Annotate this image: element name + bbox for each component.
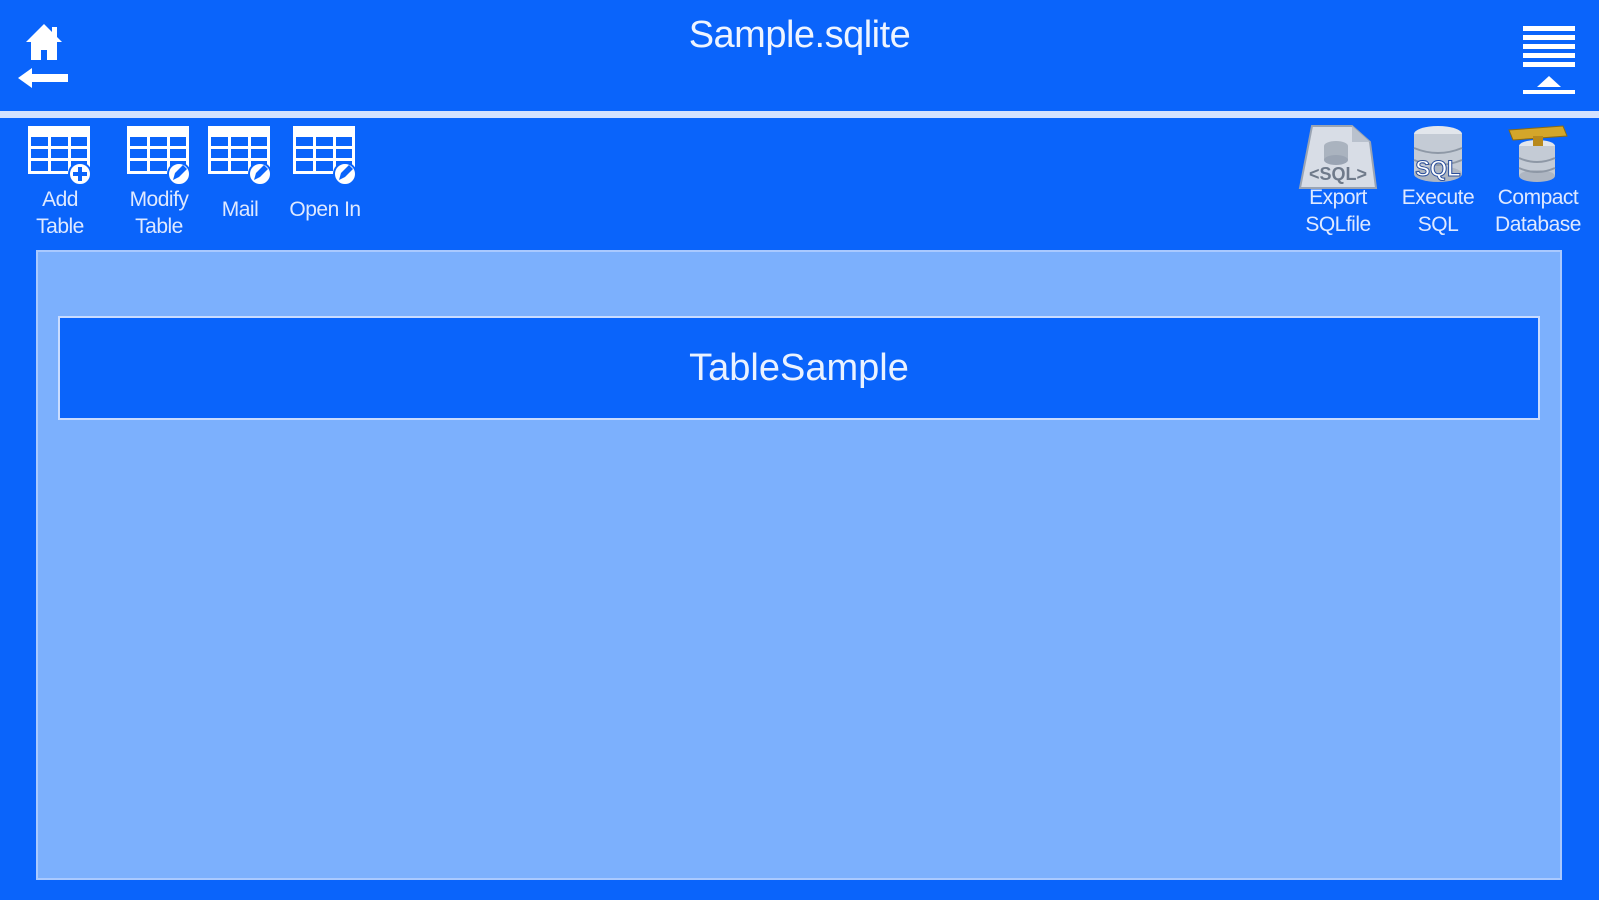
add-table-button[interactable]: Add Table <box>18 118 102 240</box>
export-sql-file-button[interactable]: <SQL> Export SQLfile <box>1290 118 1386 238</box>
compact-database-icon <box>1508 125 1568 182</box>
modify-table-button[interactable]: Modify Table <box>116 118 202 240</box>
mail-table-icon <box>208 126 272 186</box>
svg-text:<SQL>: <SQL> <box>1309 164 1367 184</box>
open-in-label: Open In <box>289 198 361 221</box>
compact-database-label: Compact Database <box>1495 186 1581 236</box>
header-bar: Sample.sqlite <box>0 0 1599 110</box>
execute-sql-button[interactable]: SQL Execute SQL <box>1392 118 1484 238</box>
toolbar: Add Table Modify Table Mail Open In <SQL… <box>0 118 1599 246</box>
add-table-icon <box>28 126 92 186</box>
execute-sql-icon: SQL <box>1413 126 1463 182</box>
mail-button[interactable]: Mail <box>202 118 278 223</box>
svg-text:SQL: SQL <box>1415 156 1460 181</box>
export-sql-file-label: Export SQLfile <box>1305 186 1371 236</box>
page-title: Sample.sqlite <box>688 14 911 56</box>
mail-label: Mail <box>221 198 259 221</box>
export-sql-file-icon: <SQL> <box>1298 125 1378 189</box>
compact-database-button[interactable]: Compact Database <box>1486 118 1590 238</box>
modify-table-icon <box>127 126 191 186</box>
table-name: TableSample <box>689 346 909 389</box>
add-table-label: Add Table <box>36 188 84 238</box>
open-in-button[interactable]: Open In <box>280 118 370 223</box>
menu-icon <box>1523 26 1575 94</box>
execute-sql-label: Execute SQL <box>1401 186 1475 236</box>
open-in-table-icon <box>293 126 357 186</box>
modify-table-label: Modify Table <box>129 188 189 238</box>
table-list-panel: TableSample <box>36 250 1562 880</box>
table-row[interactable]: TableSample <box>58 316 1540 420</box>
menu-button[interactable] <box>1521 24 1577 96</box>
header-divider <box>0 111 1599 118</box>
